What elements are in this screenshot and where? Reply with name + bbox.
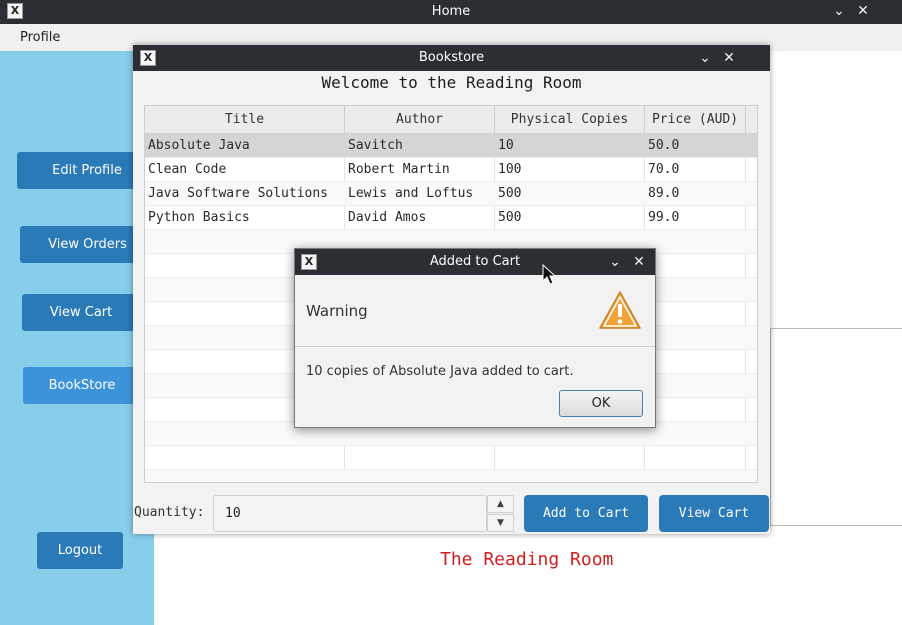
- bookstore-window-title: Bookstore: [418, 50, 485, 65]
- cell-copies: 500: [498, 210, 522, 225]
- bookstore-button[interactable]: BookStore: [23, 367, 141, 404]
- table-row[interactable]: Clean Code Robert Martin 100 70.0: [145, 158, 757, 182]
- mouse-cursor-icon: [542, 264, 556, 285]
- cell-title: Clean Code: [148, 162, 227, 177]
- logout-button[interactable]: Logout: [37, 532, 123, 569]
- dialog-titlebar: X Added to Cart ⌄ ✕: [295, 249, 655, 275]
- home-titlebar: X Home ⌄ ✕: [0, 0, 902, 24]
- warning-triangle-icon: [599, 291, 641, 329]
- minimize-chevron-icon[interactable]: ⌄: [606, 253, 624, 271]
- decrement-icon[interactable]: ▼: [487, 514, 514, 532]
- column-header-copies[interactable]: Physical Copies: [495, 106, 645, 134]
- close-icon[interactable]: ✕: [630, 253, 648, 271]
- view-cart-sidebar-button[interactable]: View Cart: [22, 294, 140, 331]
- minimize-chevron-icon[interactable]: ⌄: [696, 49, 714, 67]
- cell-author: Savitch: [348, 138, 403, 153]
- home-window-title: Home: [431, 4, 471, 19]
- quantity-label: Quantity:: [134, 505, 205, 520]
- cell-price: 50.0: [648, 138, 680, 153]
- empty-row: [145, 446, 757, 470]
- added-to-cart-dialog: X Added to Cart ⌄ ✕ Warning 10 copies of…: [294, 248, 656, 428]
- dialog-header: Warning: [295, 275, 655, 347]
- cell-author: Lewis and Loftus: [348, 186, 474, 201]
- close-icon[interactable]: ✕: [854, 2, 872, 20]
- minimize-chevron-icon[interactable]: ⌄: [830, 2, 848, 20]
- cell-author: David Amos: [348, 210, 427, 225]
- dialog-header-text: Warning: [306, 302, 368, 320]
- cell-author: Robert Martin: [348, 162, 450, 177]
- dialog-title: Added to Cart: [429, 254, 521, 269]
- column-header-author[interactable]: Author: [345, 106, 495, 134]
- add-to-cart-button[interactable]: Add to Cart: [524, 495, 648, 532]
- sidebar: Edit Profile View Orders View Cart BookS…: [0, 51, 157, 625]
- cell-title: Java Software Solutions: [148, 186, 329, 201]
- column-header-filler: [746, 106, 757, 134]
- dialog-message: 10 copies of Absolute Java added to cart…: [306, 364, 574, 379]
- increment-icon[interactable]: ▲: [487, 495, 514, 513]
- cell-copies: 10: [498, 138, 514, 153]
- cell-price: 99.0: [648, 210, 680, 225]
- ok-button[interactable]: OK: [559, 390, 643, 417]
- column-header-title[interactable]: Title: [145, 106, 345, 134]
- welcome-heading: Welcome to the Reading Room: [321, 73, 582, 92]
- footer-title: The Reading Room: [440, 549, 614, 570]
- cell-copies: 500: [498, 186, 522, 201]
- column-header-price[interactable]: Price (AUD): [645, 106, 746, 134]
- cell-title: Python Basics: [148, 210, 250, 225]
- content-panel: [770, 328, 902, 526]
- view-cart-button[interactable]: View Cart: [659, 495, 769, 532]
- table-row[interactable]: Java Software Solutions Lewis and Loftus…: [145, 182, 757, 206]
- bookstore-titlebar: X Bookstore ⌄ ✕: [133, 45, 770, 71]
- empty-row: [145, 470, 757, 482]
- cell-price: 70.0: [648, 162, 680, 177]
- menu-profile[interactable]: Profile: [20, 30, 60, 45]
- table-row[interactable]: Absolute Java Savitch 10 50.0: [145, 134, 757, 158]
- close-icon[interactable]: ✕: [720, 49, 738, 67]
- cell-title: Absolute Java: [148, 138, 250, 153]
- cell-price: 89.0: [648, 186, 680, 201]
- cell-copies: 100: [498, 162, 522, 177]
- quantity-input[interactable]: 10: [213, 495, 487, 532]
- table-row[interactable]: Python Basics David Amos 500 99.0: [145, 206, 757, 230]
